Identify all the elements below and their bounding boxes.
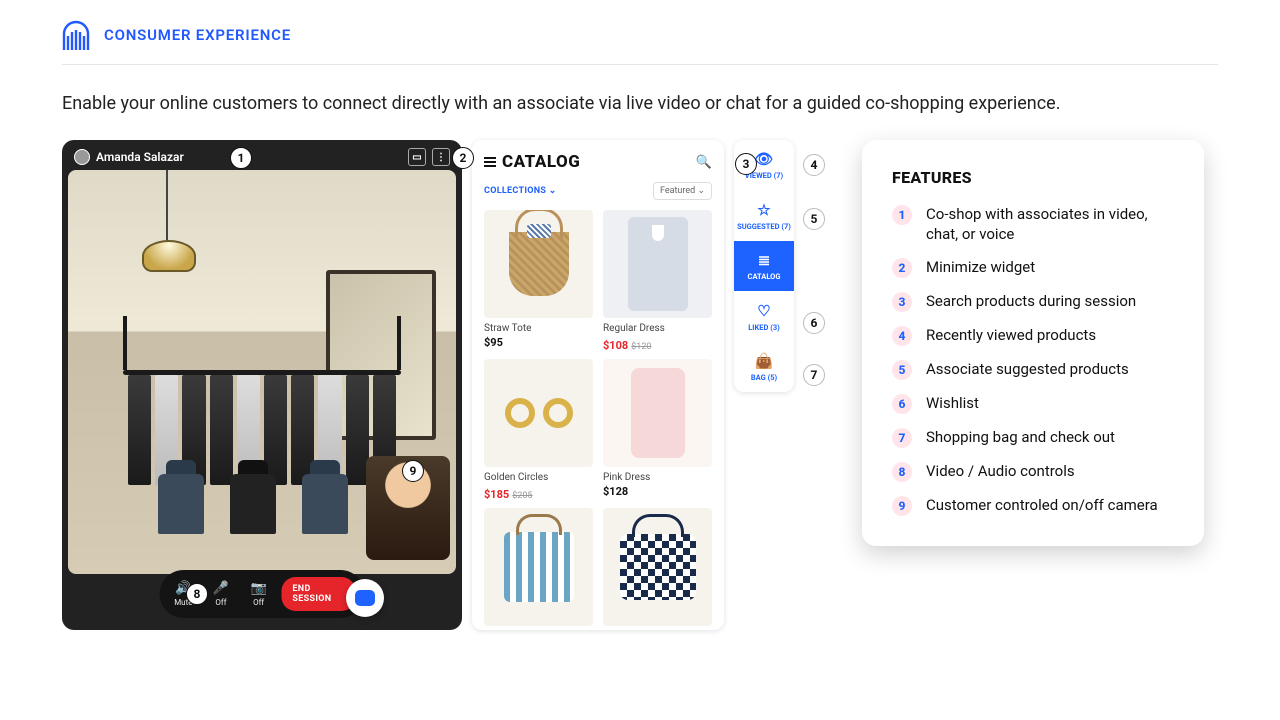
feature-text: Shopping bag and check out: [926, 428, 1115, 448]
product-card[interactable]: [484, 508, 593, 626]
feature-number: 3: [892, 292, 912, 312]
nav-liked[interactable]: ♡LIKED (3): [734, 291, 794, 341]
feature-text: Customer controled on/off camera: [926, 496, 1158, 516]
product-card[interactable]: Straw Tote $95: [484, 210, 593, 353]
product-card[interactable]: [603, 508, 712, 626]
feature-text: Recently viewed products: [926, 326, 1096, 346]
catalog-panel: CATALOG 🔍 COLLECTIONS ⌄ Featured ⌄ Straw…: [472, 140, 724, 630]
associate-name: Amanda Salazar: [96, 150, 184, 164]
end-session-button[interactable]: END SESSION: [281, 577, 355, 611]
product-card[interactable]: Golden Circles $185$205: [484, 359, 593, 502]
features-card: FEATURES 1 Co-shop with associates in vid…: [862, 140, 1204, 546]
minimize-icon[interactable]: ▭: [408, 148, 426, 166]
search-icon[interactable]: 🔍: [696, 155, 712, 170]
feature-item: 8 Video / Audio controls: [892, 462, 1174, 482]
sort-dropdown[interactable]: Featured ⌄: [653, 182, 712, 200]
product-grid: Straw Tote $95 Regular Dress $108$120 Go…: [484, 210, 712, 626]
menu-icon[interactable]: [484, 157, 496, 167]
list-icon: ≣: [758, 251, 771, 269]
feature-text: Video / Audio controls: [926, 462, 1075, 482]
feature-item: 6 Wishlist: [892, 394, 1174, 414]
product-card[interactable]: Regular Dress $108$120: [603, 210, 712, 353]
bag-icon: 👜: [755, 352, 774, 370]
lead-text: Enable your online customers to connect …: [62, 91, 1218, 116]
eye-icon: 👁: [754, 150, 773, 168]
camera-icon: 📷: [251, 581, 267, 596]
camera-button[interactable]: 📷Off: [244, 581, 274, 607]
feature-item: 7 Shopping bag and check out: [892, 428, 1174, 448]
feature-text: Minimize widget: [926, 258, 1035, 278]
callout-2: 2: [452, 147, 474, 169]
brand-logo-icon: [62, 20, 90, 50]
product-card[interactable]: Pink Dress $128: [603, 359, 712, 502]
feature-item: 1 Co-shop with associates in video, chat,…: [892, 205, 1174, 244]
nav-catalog[interactable]: ≣CATALOG: [734, 241, 794, 291]
feature-number: 7: [892, 428, 912, 448]
video-widget: Amanda Salazar ▭ ⋮: [62, 140, 462, 630]
heart-icon: ♡: [757, 302, 770, 320]
mic-button[interactable]: 🎤Off: [206, 581, 236, 607]
feature-text: Wishlist: [926, 394, 979, 414]
feature-number: 8: [892, 462, 912, 482]
feature-number: 9: [892, 496, 912, 516]
nav-bag[interactable]: 👜BAG (5): [734, 342, 794, 392]
feature-text: Co-shop with associates in video, chat, …: [926, 205, 1174, 244]
feature-item: 2 Minimize widget: [892, 258, 1174, 278]
page-header: CONSUMER EXPERIENCE: [62, 20, 1218, 65]
mic-icon: 🎤: [213, 581, 229, 596]
feature-number: 1: [892, 205, 912, 225]
nav-suggested[interactable]: ☆SUGGESTED (7): [734, 191, 794, 241]
callout-4: 4: [803, 154, 825, 176]
feature-text: Associate suggested products: [926, 360, 1129, 380]
feature-item: 3 Search products during session: [892, 292, 1174, 312]
more-icon[interactable]: ⋮: [432, 148, 450, 166]
feature-number: 2: [892, 258, 912, 278]
callout-6: 6: [803, 312, 825, 334]
associate-avatar: [74, 149, 90, 165]
feature-text: Search products during session: [926, 292, 1136, 312]
features-title: FEATURES: [892, 168, 1174, 187]
feature-number: 6: [892, 394, 912, 414]
feature-item: 9 Customer controled on/off camera: [892, 496, 1174, 516]
callout-5: 5: [803, 208, 825, 230]
catalog-title: CATALOG: [502, 152, 580, 172]
feature-number: 4: [892, 326, 912, 346]
feature-number: 5: [892, 360, 912, 380]
chat-button[interactable]: [346, 579, 384, 617]
star-icon: ☆: [757, 201, 770, 219]
callout-7: 7: [803, 364, 825, 386]
header-title: CONSUMER EXPERIENCE: [104, 26, 291, 44]
session-sidebar: 👁VIEWED (7) ☆SUGGESTED (7) ≣CATALOG ♡LIK…: [734, 140, 794, 392]
feature-item: 5 Associate suggested products: [892, 360, 1174, 380]
collections-dropdown[interactable]: COLLECTIONS ⌄: [484, 186, 557, 196]
feature-item: 4 Recently viewed products: [892, 326, 1174, 346]
